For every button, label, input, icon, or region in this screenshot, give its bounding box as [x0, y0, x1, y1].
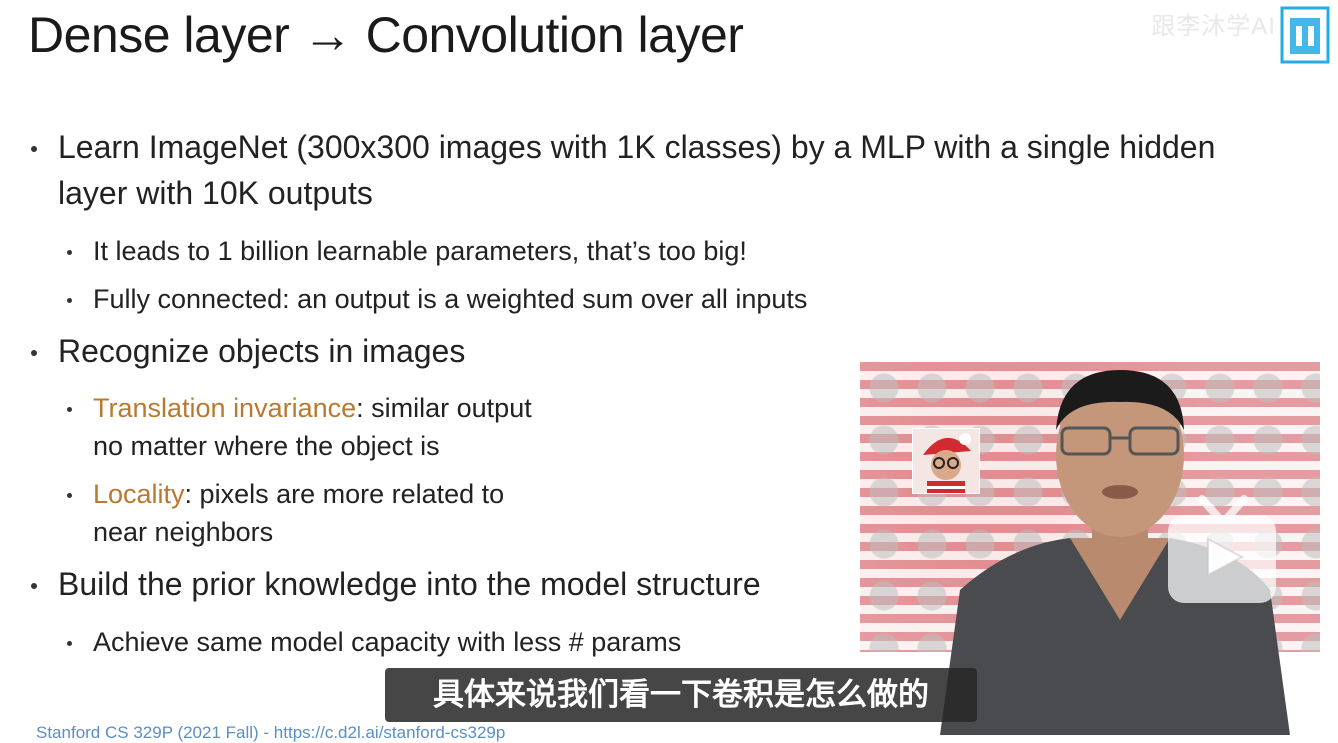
bullet-dot	[67, 250, 72, 255]
subbullet-billion-params: It leads to 1 billion learnable paramete…	[93, 236, 747, 266]
highlight-translation-invariance: Translation invariance	[93, 393, 357, 423]
subtitle-caption: 具体来说我们看一下卷积是怎么做的	[433, 677, 929, 713]
subbullet-locality: Locality: pixels are more related to	[93, 479, 504, 510]
play-icon	[1168, 495, 1276, 603]
subbullet-model-capacity: Achieve same model capacity with less # …	[93, 627, 682, 657]
subbullet-fully-connected: Fully connected: an output is a weighted…	[93, 284, 808, 314]
bullet-dot	[67, 641, 72, 646]
bullet-imagenet-mlp-cont: layer with 10K outputs	[58, 175, 373, 211]
bilibili-logo-icon	[1280, 6, 1330, 64]
course-link[interactable]: Stanford CS 329P (2021 Fall) - https://c…	[36, 723, 505, 743]
bullet-dot	[31, 146, 37, 152]
bullet-dot	[31, 350, 37, 356]
slide-title: Dense layer → Convolution layer	[28, 7, 744, 63]
subbullet-translation-invariance-cont: no matter where the object is	[93, 431, 440, 461]
bullet-prior-knowledge: Build the prior knowledge into the model…	[58, 566, 761, 602]
bullet-dot	[67, 298, 72, 303]
subbullet-locality-cont: near neighbors	[93, 517, 274, 547]
bullet-dot	[67, 493, 72, 498]
highlight-locality: Locality	[93, 479, 185, 509]
bullet-dot	[67, 407, 72, 412]
locality-desc: : pixels are more related to	[184, 479, 505, 509]
translation-invariance-desc: : similar output	[356, 393, 532, 423]
bullet-imagenet-mlp: Learn ImageNet (300x300 images with 1K c…	[58, 129, 1216, 165]
bullet-recognize-objects: Recognize objects in images	[58, 333, 466, 369]
subbullet-translation-invariance: Translation invariance: similar output	[93, 393, 532, 424]
bullet-dot	[31, 583, 37, 589]
channel-watermark: 跟李沐学AI	[1151, 13, 1276, 40]
